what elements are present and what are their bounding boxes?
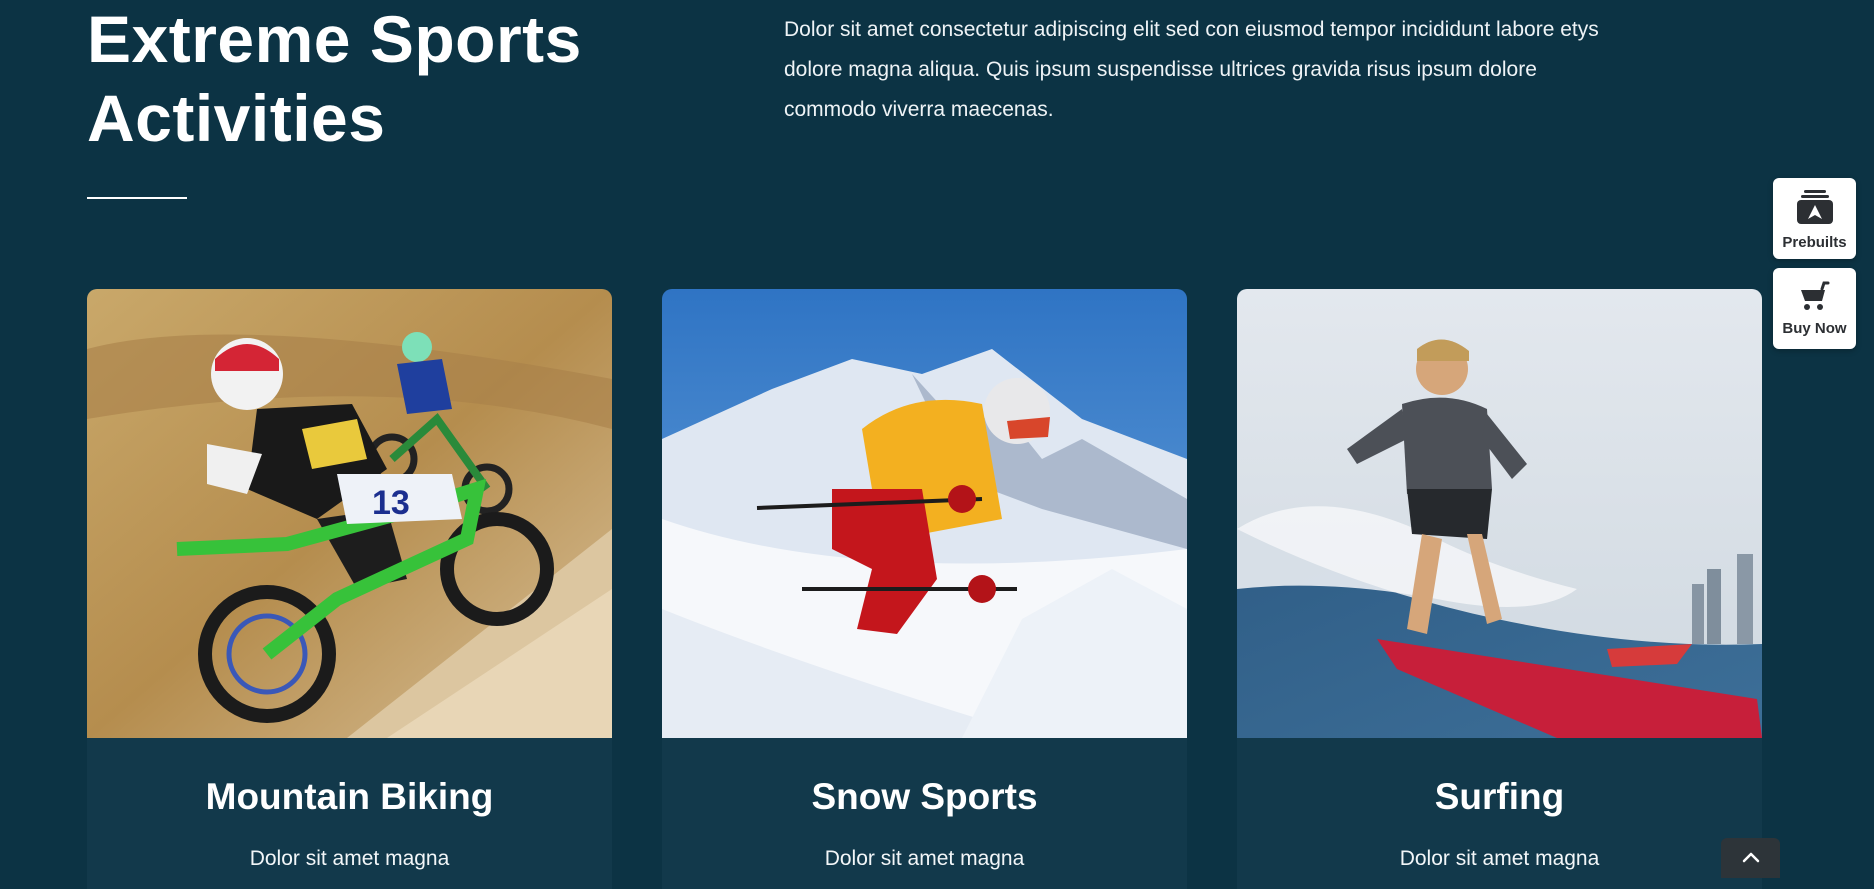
card-description: Dolor sit amet magna — [249, 847, 450, 870]
card-description: Dolor sit amet magna — [1399, 847, 1600, 870]
buy-now-label: Buy Now — [1782, 320, 1847, 337]
surfing-photo — [1237, 289, 1762, 738]
card-title: Snow Sports — [811, 776, 1038, 817]
section-title-line-2: Activities — [87, 81, 386, 155]
snow-sports-photo — [662, 289, 1187, 738]
chevron-up-icon — [1742, 852, 1759, 863]
cart-icon — [1800, 281, 1829, 310]
buy-now-button[interactable]: Buy Now — [1773, 268, 1856, 349]
prebuilts-button[interactable]: Prebuilts — [1773, 178, 1856, 259]
card-description: Dolor sit amet magna — [824, 847, 1025, 870]
card-snow-sports[interactable]: Snow Sports Dolor sit amet magna — [662, 289, 1187, 889]
section-intro: Dolor sit amet consectetur adipiscing el… — [784, 18, 1599, 121]
card-title: Surfing — [1434, 776, 1565, 817]
card-title: Mountain Biking — [205, 776, 494, 817]
card-surfing[interactable]: Surfing Dolor sit amet magna — [1237, 289, 1762, 889]
section-title: Extreme Sports Activities — [87, 0, 582, 158]
title-divider — [87, 197, 187, 199]
card-mountain-biking[interactable]: 13 Mountain Biking Dolor sit amet magna — [87, 289, 612, 889]
mountain-biking-photo: 13 — [87, 289, 612, 738]
prebuilts-label: Prebuilts — [1782, 234, 1847, 251]
stack-logo-icon — [1796, 190, 1833, 224]
back-to-top-button[interactable] — [1721, 838, 1780, 878]
svg-text:13: 13 — [372, 484, 410, 522]
section-title-line-1: Extreme Sports — [87, 2, 582, 76]
